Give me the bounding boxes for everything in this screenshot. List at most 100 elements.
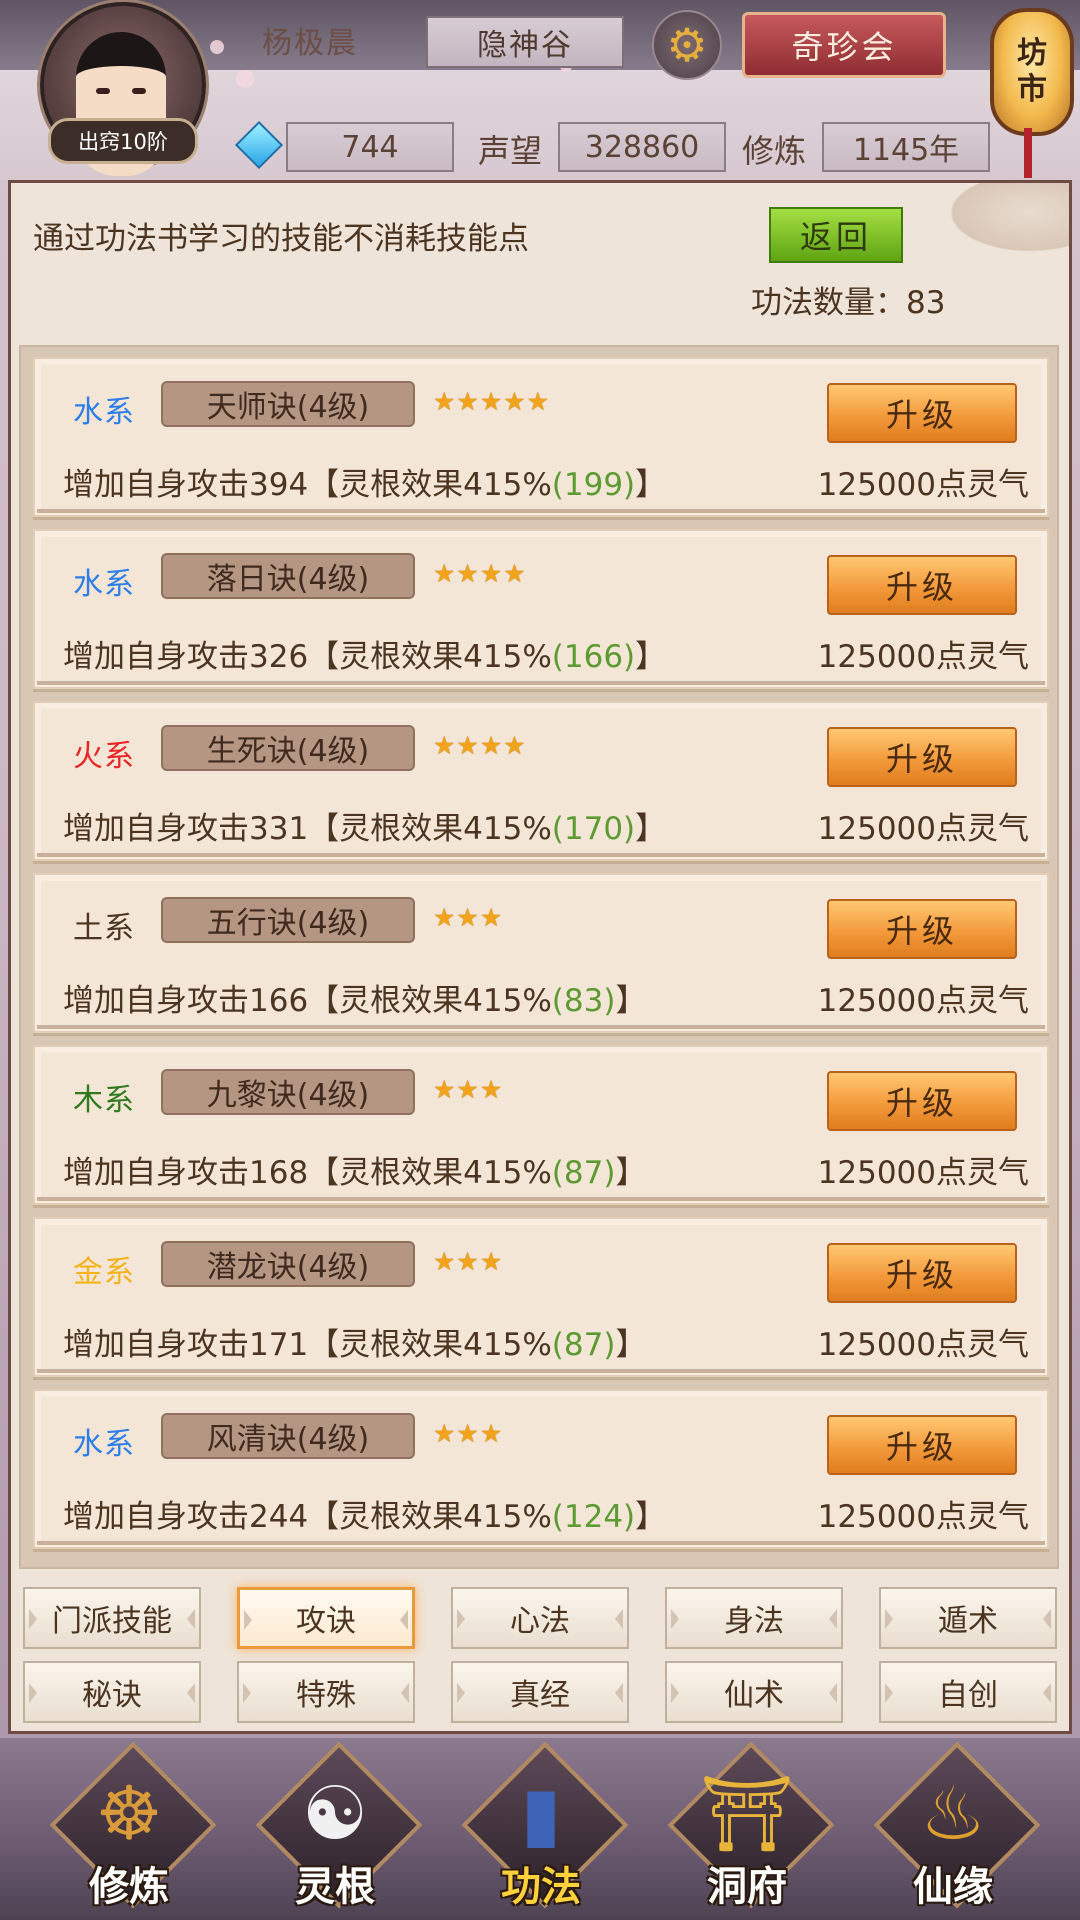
upgrade-button[interactable]: 升级 — [827, 899, 1017, 959]
element-label: 水系 — [73, 395, 135, 430]
nav-cultivation[interactable]: ☸ 修炼 — [44, 1741, 217, 1916]
tab-sect-skills[interactable]: 门派技能 — [23, 1587, 201, 1649]
technique-card: 水系 落日诀(4级) ★★★★ 升级 增加自身攻击326【灵根效果415%(16… — [33, 529, 1049, 689]
technique-card: 火系 生死诀(4级) ★★★★ 升级 增加自身攻击331【灵根效果415%(17… — [33, 701, 1049, 861]
effect-text: 增加自身攻击394【灵根效果415%(199)】 — [63, 459, 666, 504]
upgrade-cost: 125000点灵气 — [817, 1155, 1029, 1191]
element-label: 金系 — [73, 1255, 135, 1290]
bottom-nav: ☸ 修炼 ☯ 灵根 ▮ 功法 ⛩ 洞府 ♨ 仙缘 — [0, 1738, 1080, 1920]
effect-prefix: 增加自身攻击394【灵根效果415% — [63, 467, 552, 503]
hint-text: 通过功法书学习的技能不消耗技能点 — [33, 221, 529, 257]
technique-count: 功法数量：83 — [751, 285, 946, 321]
nav-immortal-fate[interactable]: ♨ 仙缘 — [868, 1741, 1041, 1916]
star-rating: ★★★ — [433, 1419, 504, 1448]
technique-name: 风清诀(4级) — [161, 1413, 415, 1459]
effect-text: 增加自身攻击244【灵根效果415%(124)】 — [63, 1491, 666, 1536]
effect-bonus: (199) — [551, 467, 636, 503]
upgrade-cost: 125000点灵气 — [817, 1499, 1029, 1535]
nav-label: 洞府 — [707, 1864, 787, 1910]
technique-card: 水系 天师诀(4级) ★★★★★ 升级 增加自身攻击394【灵根效果415%(1… — [33, 357, 1049, 517]
upgrade-button[interactable]: 升级 — [827, 1415, 1017, 1475]
tab-immortal-art[interactable]: 仙术 — [665, 1661, 843, 1723]
nav-cave-dwelling[interactable]: ⛩ 洞府 — [662, 1741, 835, 1916]
upgrade-button[interactable]: 升级 — [827, 1071, 1017, 1131]
upgrade-cost: 125000点灵气 — [817, 983, 1029, 1019]
tab-attack[interactable]: 攻诀 — [237, 1587, 415, 1649]
star-rating: ★★★★ — [433, 559, 527, 588]
effect-bonus: (166) — [551, 639, 636, 675]
blossom-decor — [236, 70, 254, 88]
reputation-label: 声望 — [478, 132, 543, 170]
spirit-root-icon: ☯ — [301, 1771, 369, 1857]
tab-self-created[interactable]: 自创 — [879, 1661, 1057, 1723]
star-rating: ★★★ — [433, 1075, 504, 1104]
upgrade-cost: 125000点灵气 — [817, 639, 1029, 675]
tab-true-scripture[interactable]: 真经 — [451, 1661, 629, 1723]
effect-bonus: (124) — [551, 1499, 636, 1535]
cloud-decor — [939, 183, 1069, 257]
sect-name: 隐神谷 — [426, 16, 624, 68]
effect-suffix: 】 — [615, 983, 647, 1019]
upgrade-cost: 125000点灵气 — [817, 467, 1029, 503]
effect-suffix: 】 — [635, 639, 667, 675]
technique-card: 金系 潜龙诀(4级) ★★★ 升级 增加自身攻击171【灵根效果415%(87)… — [33, 1217, 1049, 1377]
technique-book-icon: ▮ — [520, 1771, 562, 1857]
back-button[interactable]: 返回 — [769, 207, 903, 263]
reputation-value: 328860 — [558, 122, 726, 172]
treasure-market-button[interactable]: 奇珍会 — [742, 12, 946, 78]
upgrade-button[interactable]: 升级 — [827, 383, 1017, 443]
lantern-char-2: 市 — [1017, 72, 1047, 107]
settings-gear-button[interactable]: ⚙ — [652, 10, 722, 80]
upgrade-cost: 125000点灵气 — [817, 811, 1029, 847]
gear-icon: ⚙ — [666, 18, 708, 72]
nav-label: 仙缘 — [913, 1864, 993, 1910]
effect-suffix: 】 — [635, 467, 667, 503]
upgrade-button[interactable]: 升级 — [827, 727, 1017, 787]
nav-label: 修炼 — [89, 1864, 169, 1910]
cultivation-label: 修炼 — [742, 132, 807, 170]
star-rating: ★★★★★ — [433, 387, 551, 416]
effect-prefix: 增加自身攻击244【灵根效果415% — [63, 1499, 552, 1535]
element-label: 土系 — [73, 911, 135, 946]
effect-text: 增加自身攻击171【灵根效果415%(87)】 — [63, 1319, 646, 1364]
effect-suffix: 】 — [635, 811, 667, 847]
technique-name: 潜龙诀(4级) — [161, 1241, 415, 1287]
avatar-eye — [132, 88, 146, 94]
nav-label: 功法 — [501, 1864, 581, 1910]
tab-movement[interactable]: 身法 — [665, 1587, 843, 1649]
effect-bonus: (87) — [551, 1155, 616, 1191]
tab-special[interactable]: 特殊 — [237, 1661, 415, 1723]
nav-technique[interactable]: ▮ 功法 — [456, 1741, 629, 1916]
effect-text: 增加自身攻击168【灵根效果415%(87)】 — [63, 1147, 646, 1192]
effect-prefix: 增加自身攻击171【灵根效果415% — [63, 1327, 552, 1363]
cave-dwelling-icon: ⛩ — [700, 1771, 794, 1857]
effect-prefix: 增加自身攻击168【灵根效果415% — [63, 1155, 552, 1191]
element-label: 水系 — [73, 1427, 135, 1462]
technique-name: 天师诀(4级) — [161, 381, 415, 427]
effect-bonus: (170) — [551, 811, 636, 847]
tab-escape-art[interactable]: 遁术 — [879, 1587, 1057, 1649]
nav-spirit-root[interactable]: ☯ 灵根 — [250, 1741, 423, 1916]
element-label: 火系 — [73, 739, 135, 774]
technique-name: 五行诀(4级) — [161, 897, 415, 943]
cultivation-icon: ☸ — [95, 1771, 163, 1857]
upgrade-button[interactable]: 升级 — [827, 1243, 1017, 1303]
blossom-decor — [210, 40, 224, 54]
technique-name: 生死诀(4级) — [161, 725, 415, 771]
technique-list[interactable]: 水系 天师诀(4级) ★★★★★ 升级 增加自身攻击394【灵根效果415%(1… — [19, 345, 1059, 1569]
lantern-tassel — [1024, 128, 1032, 178]
lantern-char-1: 坊 — [1017, 36, 1047, 71]
star-rating: ★★★ — [433, 1247, 504, 1276]
element-label: 水系 — [73, 567, 135, 602]
technique-card: 水系 风清诀(4级) ★★★ 升级 增加自身攻击244【灵根效果415%(124… — [33, 1389, 1049, 1549]
upgrade-button[interactable]: 升级 — [827, 555, 1017, 615]
market-lantern-button[interactable]: 坊 市 — [990, 8, 1074, 136]
tab-mind-method[interactable]: 心法 — [451, 1587, 629, 1649]
star-rating: ★★★ — [433, 903, 504, 932]
technique-card: 木系 九黎诀(4级) ★★★ 升级 增加自身攻击168【灵根效果415%(87)… — [33, 1045, 1049, 1205]
effect-text: 增加自身攻击331【灵根效果415%(170)】 — [63, 803, 666, 848]
cultivation-value: 1145年 — [822, 122, 990, 172]
tab-secret-art[interactable]: 秘诀 — [23, 1661, 201, 1723]
spirit-gem-icon — [234, 120, 284, 170]
avatar-eye — [96, 88, 110, 94]
